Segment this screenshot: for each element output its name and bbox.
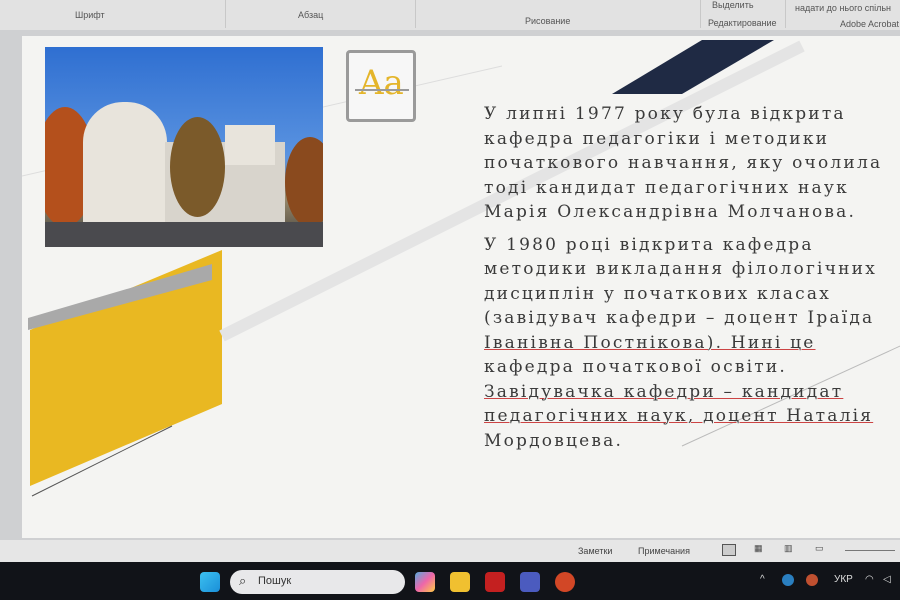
search-input[interactable]: ⌕ Пошук — [230, 570, 405, 594]
status-bar: Заметки Примечания ▦ ▥ ▭ — [0, 540, 900, 562]
notes-button[interactable]: Заметки — [578, 546, 612, 556]
slide-text[interactable]: У липні 1977 року була відкрита кафедра … — [484, 102, 900, 461]
copilot-icon[interactable] — [415, 572, 435, 592]
normal-view-icon[interactable] — [722, 544, 736, 556]
ribbon-group-font[interactable]: Шрифт — [75, 10, 105, 20]
yellow-shape — [30, 250, 222, 486]
tray-app-icon[interactable] — [782, 574, 794, 586]
language-indicator[interactable]: УКР — [834, 574, 853, 585]
tray-app2-icon[interactable] — [806, 574, 818, 586]
search-icon: ⌕ — [239, 573, 247, 588]
wifi-icon[interactable]: ◠ — [865, 574, 874, 585]
file-explorer-icon[interactable] — [450, 572, 470, 592]
windows-start-icon[interactable] — [200, 572, 220, 592]
acrobat-icon[interactable] — [485, 572, 505, 592]
ribbon-group-editing[interactable]: Редактирование — [708, 18, 777, 28]
taskbar: ⌕ Пошук ^ УКР ◠ ◁ — [0, 562, 900, 600]
powerpoint-icon[interactable] — [555, 572, 575, 592]
slide-sorter-icon[interactable]: ▦ — [754, 543, 763, 554]
slideshow-icon[interactable]: ▭ — [815, 543, 824, 554]
slide[interactable]: Aa У липні 1977 року була відкрита кафед… — [22, 36, 900, 538]
volume-icon[interactable]: ◁ — [883, 574, 891, 585]
zoom-slider[interactable] — [845, 550, 895, 551]
paragraph-1: У липні 1977 року була відкрита кафедра … — [484, 104, 883, 222]
teams-icon[interactable] — [520, 572, 540, 592]
ribbon-group-acrobat[interactable]: Adobe Acrobat — [840, 19, 899, 29]
comments-button[interactable]: Примечания — [638, 546, 690, 556]
share-text[interactable]: надати до нього спільн — [795, 3, 891, 13]
ribbon-group-paragraph[interactable]: Абзац — [298, 10, 323, 20]
select-button[interactable]: Выделить — [712, 0, 754, 10]
building-photo — [45, 47, 323, 247]
reading-view-icon[interactable]: ▥ — [784, 543, 793, 554]
ribbon: Шрифт Абзац Рисование Выделить Редактиро… — [0, 0, 900, 30]
ribbon-group-drawing[interactable]: Рисование — [525, 16, 570, 26]
tray-chevron-icon[interactable]: ^ — [760, 574, 765, 585]
font-icon: Aa — [346, 50, 416, 122]
paragraph-2: У 1980 році відкрита кафедра методики ви… — [484, 234, 877, 451]
